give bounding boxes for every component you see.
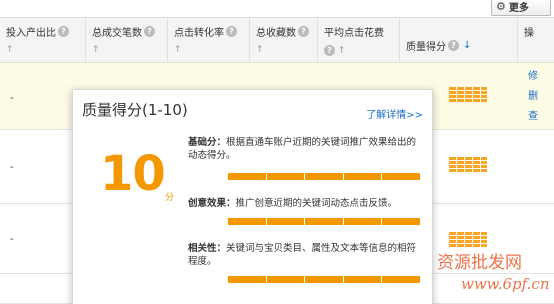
sort-icon[interactable]: ↑ [92,45,167,55]
column-header-transactions[interactable]: 总成交笔数? ↑ [85,18,167,64]
sort-icon[interactable]: ↑ [174,45,249,55]
gear-icon: ⚙ [496,0,506,13]
item-desc: 推广创意近期的关键词动态点击反馈。 [235,198,398,209]
score-unit: 分 [165,193,175,203]
help-icon[interactable]: ? [448,40,459,51]
sort-icon[interactable]: ↑ [338,46,346,56]
watermark-text: 资源批发网 [437,253,522,273]
score-item-base: 基础分：根据直通车账户近期的关键词推广效果给出的动态得分。 [188,136,424,162]
score-item-relevance: 相关性：关键词与宝贝类目、属性及文本等信息的相符程度。 [188,242,424,268]
quality-score-bars [449,87,487,103]
column-label: 点击转化率 [174,28,224,39]
help-icon[interactable]: ? [324,45,335,56]
more-button[interactable]: ⚙ 更多 [491,0,551,16]
column-label: 总收藏数 [256,28,296,39]
delete-link[interactable]: 删 [528,87,538,107]
column-header-avg-click-cost[interactable]: 平均点击花费 ? ↑ [317,18,399,64]
roi-value: - [10,93,14,104]
watermark-url: www.6pf.cn [461,275,550,293]
progress-bar-creative [228,218,420,225]
progress-bar-relevance [228,276,420,283]
score-item-creative: 创意效果：推广创意近期的关键词动态点击反馈。 [188,197,424,210]
column-label: 操 [524,28,534,39]
edit-link[interactable]: 修 [528,67,538,87]
quality-score-bars [449,157,487,173]
table-header: 投入产出比? ↑ 总成交笔数? ↑ 点击转化率? ↑ 总收藏数? ↑ 平均点击花… [0,17,554,64]
quality-score-bars [449,232,487,248]
view-link[interactable]: 查 [528,107,538,127]
sort-icon[interactable]: ↑ [6,45,85,55]
popup-title: 质量得分(1-10) [82,101,188,119]
column-header-roi[interactable]: 投入产出比? ↑ [0,18,85,64]
progress-bar-base [228,173,420,180]
column-label: 投入产出比 [6,28,56,39]
toolbar: ⚙ 更多 [0,0,554,17]
item-name: 基础分： [188,137,227,148]
sort-icon[interactable]: ↑ [256,45,317,55]
help-icon[interactable]: ? [144,26,155,37]
score-value: 10 [100,146,166,202]
roi-value: - [10,234,14,245]
more-button-label: 更多 [508,3,529,14]
column-label: 总成交笔数 [92,28,142,39]
help-icon[interactable]: ? [226,26,237,37]
column-header-conversion-rate[interactable]: 点击转化率? ↑ [167,18,249,64]
roi-value: - [10,162,14,173]
item-name: 相关性： [188,243,227,254]
column-header-actions: 操 [517,18,554,64]
column-header-favorites[interactable]: 总收藏数? ↑ [249,18,317,64]
column-header-quality-score[interactable]: 质量得分? ↓ [399,18,517,64]
details-link[interactable]: 了解详情>> [366,106,423,121]
row-actions: 修 删 查 [528,67,538,127]
quality-score-popup: 质量得分(1-10) 了解详情>> 10 分 基础分：根据直通车账户近期的关键词… [72,89,433,304]
sort-down-icon[interactable]: ↓ [463,40,471,51]
help-icon[interactable]: ? [58,26,69,37]
column-label: 平均点击花费 [324,28,384,39]
help-icon[interactable]: ? [298,26,309,37]
item-name: 创意效果： [188,198,236,209]
column-label: 质量得分 [406,42,446,53]
